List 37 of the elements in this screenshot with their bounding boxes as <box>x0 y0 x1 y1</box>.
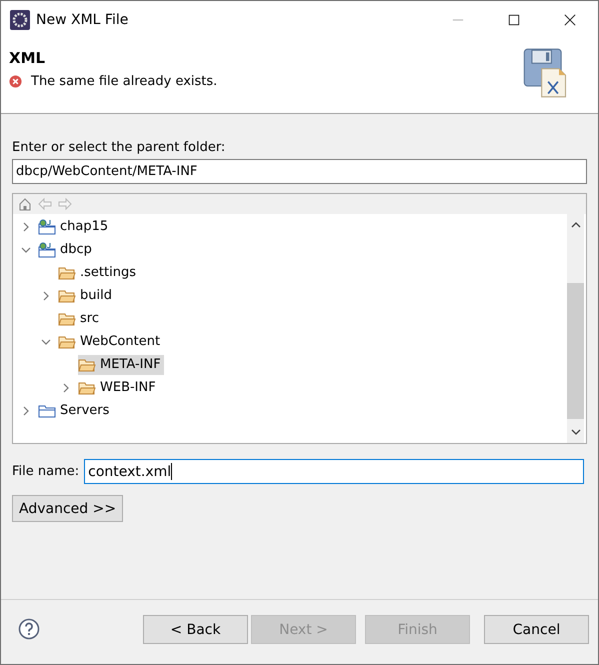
folder-icon <box>58 288 76 304</box>
tree-item[interactable]: build <box>58 286 115 306</box>
project-folder-icon <box>38 242 56 258</box>
help-icon[interactable] <box>18 618 40 640</box>
error-message: The same file already exists. <box>31 74 218 89</box>
home-icon[interactable] <box>18 197 32 211</box>
scroll-up-icon[interactable] <box>570 220 580 230</box>
project-folder-icon <box>38 402 56 418</box>
project-folder-icon <box>38 218 56 234</box>
tree-item[interactable]: .settings <box>58 262 139 282</box>
tree-item[interactable]: WEB-INF <box>78 378 159 398</box>
file-name-field[interactable]: context.xml <box>84 459 584 484</box>
scrollbar[interactable] <box>567 214 584 443</box>
tree-item[interactable]: Servers <box>38 400 112 420</box>
close-button[interactable] <box>564 14 576 26</box>
advanced-button[interactable]: Advanced >> <box>12 495 124 522</box>
file-name-label: File name: <box>12 464 80 479</box>
tree-item[interactable]: dbcp <box>38 240 95 260</box>
app-icon <box>10 10 30 30</box>
wizard-button[interactable]: < Back <box>143 615 248 644</box>
folder-icon <box>58 310 76 326</box>
maximize-button[interactable] <box>508 14 520 26</box>
folder-icon <box>78 356 96 372</box>
window-title: New XML File <box>36 12 130 28</box>
folder-icon <box>58 334 76 350</box>
page-title: XML <box>9 49 46 67</box>
wizard-button[interactable]: Cancel <box>484 615 589 644</box>
folder-icon <box>78 380 96 396</box>
folder-icon <box>58 264 76 280</box>
folder-path-field[interactable]: dbcp/WebContent/META-INF <box>12 159 587 184</box>
tree-item[interactable]: src <box>58 308 102 328</box>
scroll-down-icon[interactable] <box>570 427 580 437</box>
tree-item[interactable]: chap15 <box>38 216 112 236</box>
parent-folder-label: Enter or select the parent folder: <box>12 140 226 155</box>
error-icon <box>9 75 22 88</box>
tree-item[interactable]: WebContent <box>58 332 164 352</box>
tree-item[interactable]: META-INF <box>78 354 164 374</box>
